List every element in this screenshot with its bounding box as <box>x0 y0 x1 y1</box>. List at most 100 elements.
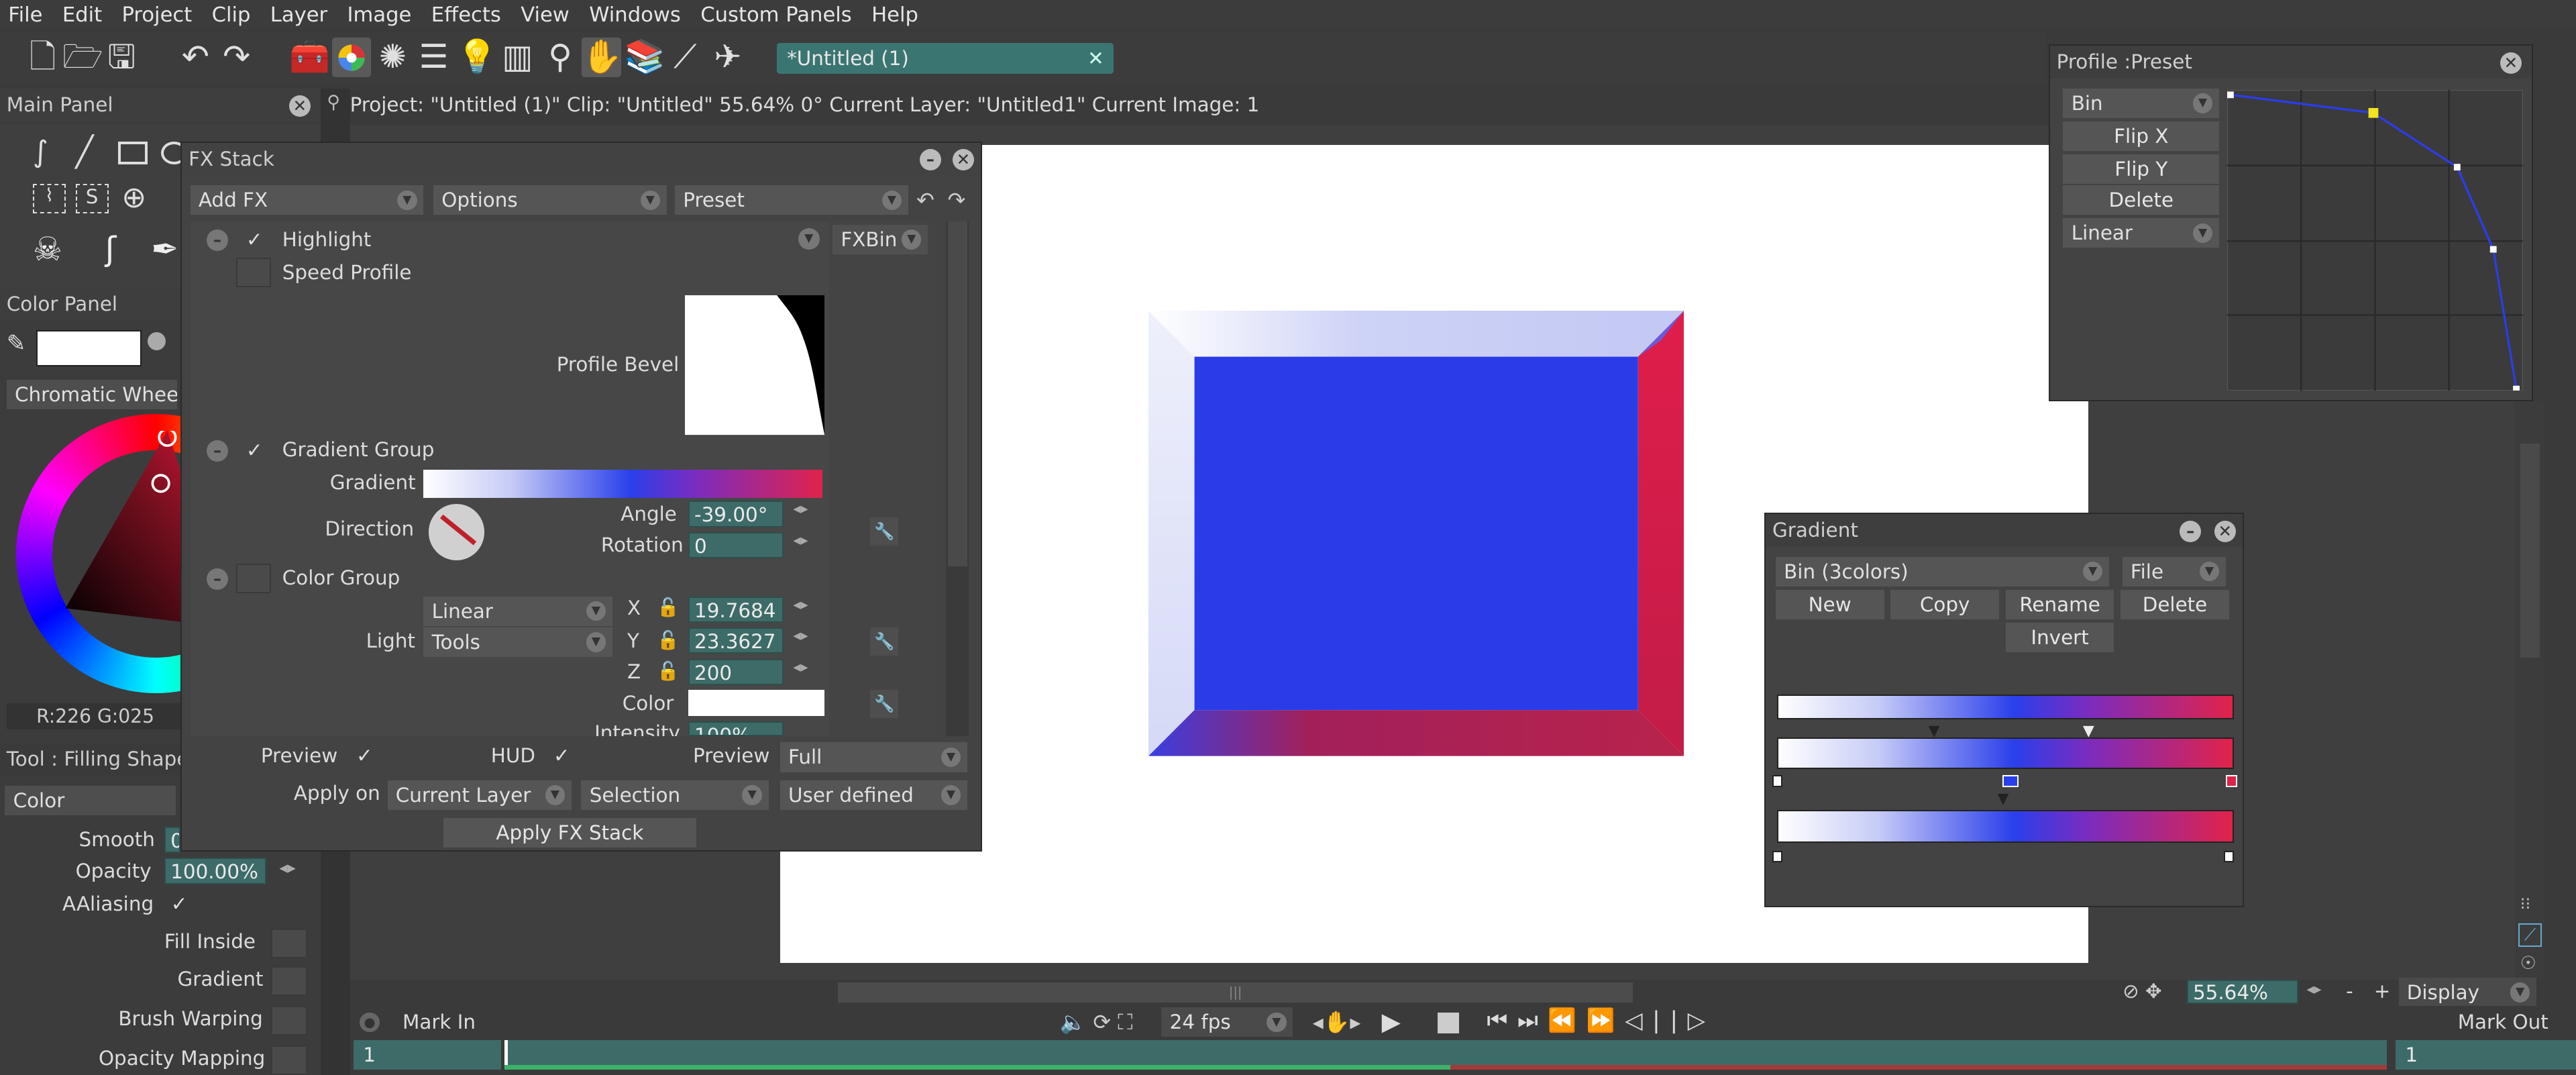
hud-checkbox[interactable]: ✓ <box>553 745 575 767</box>
gradient-delete-button[interactable]: Delete <box>2121 589 2229 619</box>
gradient-group-checkbox[interactable]: ✓ <box>246 440 268 462</box>
swap-color-icon[interactable] <box>148 331 166 350</box>
zoom-out-button[interactable]: - <box>2346 980 2353 1003</box>
collapse-icon[interactable]: – <box>207 440 228 462</box>
menu-clip[interactable]: Clip <box>202 3 260 27</box>
pen-icon[interactable]: ✒ <box>151 230 178 268</box>
lasso-select-icon[interactable]: ⌇ <box>32 184 66 214</box>
spin-arrows-icon[interactable]: ◂▸ <box>793 501 808 517</box>
pin-icon[interactable]: ⚲ <box>327 92 343 113</box>
close-icon[interactable]: ✕ <box>2214 520 2236 542</box>
close-icon[interactable]: ✕ <box>2500 52 2522 74</box>
save-icon[interactable]: 🖫 <box>102 38 142 77</box>
rotation-field[interactable]: 0 <box>688 532 784 559</box>
chevron-down-icon[interactable]: ▼ <box>798 227 820 250</box>
fxbin-dropdown[interactable]: FXBin ▼ <box>833 225 928 255</box>
rectangle-tool-icon[interactable] <box>118 141 148 164</box>
zoom-field[interactable]: 55.64% <box>2186 979 2299 1005</box>
aaliasing-checkbox[interactable]: ✓ <box>171 893 193 915</box>
spin-arrows-icon[interactable]: ◂▸ <box>793 532 808 549</box>
undo-icon[interactable]: ↶ <box>916 187 934 213</box>
menu-file[interactable]: File <box>0 3 52 27</box>
fps-dropdown[interactable]: 24 fps ▼ <box>1161 1007 1293 1037</box>
close-icon[interactable]: ✕ <box>952 149 974 171</box>
spin-arrows-icon[interactable]: ◂▸ <box>2306 981 2321 998</box>
intensity-field[interactable]: 100% <box>688 721 784 736</box>
fx-list-scrollbar[interactable] <box>946 221 969 736</box>
gradient-bar-2[interactable] <box>1777 737 2235 769</box>
color-wheel-icon[interactable] <box>331 38 372 78</box>
flip-y-button[interactable]: Flip Y <box>2063 154 2220 184</box>
magnifier-icon[interactable]: ⚲ <box>541 38 580 77</box>
profile-curve-editor[interactable] <box>2227 90 2524 391</box>
line-tool-icon[interactable]: ╱ <box>76 135 94 169</box>
end-frame-field[interactable]: 1 <box>2395 1040 2576 1070</box>
close-icon[interactable]: ✕ <box>1087 43 1104 74</box>
gradient-preview-bar[interactable] <box>423 469 823 498</box>
magic-select-icon[interactable]: S <box>75 184 109 214</box>
menu-layer[interactable]: Layer <box>260 3 337 27</box>
start-frame-field[interactable]: 1 <box>353 1040 501 1070</box>
open-folder-icon[interactable]: 🗁 <box>62 38 103 77</box>
eyedropper-icon[interactable]: ✎ <box>7 330 33 366</box>
hand-icon[interactable]: ✋ <box>581 38 623 78</box>
spin-arrows-icon[interactable]: ◂▸ <box>793 597 808 613</box>
gradient-stop-marker[interactable]: ▼ <box>1998 790 2009 807</box>
gradient-checkbox[interactable] <box>271 966 307 996</box>
next-frame-icon[interactable]: |▷ <box>1670 1007 1715 1034</box>
x-field[interactable]: 19.7684 <box>688 596 784 623</box>
prev-frame-icon[interactable]: ◁| <box>1625 1007 1670 1034</box>
redo-icon[interactable]: ↷ <box>217 38 256 77</box>
apply-fx-stack-button[interactable]: Apply FX Stack <box>443 818 696 848</box>
scrollbar-thumb[interactable]: ||| <box>837 982 1633 1003</box>
fullscreen-icon[interactable]: ⛶ <box>1118 1009 1132 1035</box>
profile-mode-dropdown[interactable]: Linear ▼ <box>2063 218 2220 248</box>
redo-icon[interactable]: ↷ <box>948 187 966 213</box>
timeline-strip-icon[interactable]: ▥ <box>498 38 537 77</box>
menu-custom-panels[interactable]: Custom Panels <box>691 3 862 27</box>
gradient-bin-dropdown[interactable]: Bin (3colors) ▼ <box>1775 556 2110 586</box>
preset-dropdown[interactable]: Preset ▼ <box>675 185 908 215</box>
guide-icon[interactable]: ⟋ <box>2518 923 2542 947</box>
loop-icon[interactable]: ⟳ <box>1093 1009 1111 1035</box>
selection-dropdown[interactable]: Selection ▼ <box>581 780 769 810</box>
z-field[interactable]: 200 <box>688 658 784 685</box>
first-frame-icon[interactable]: ⏮ <box>1487 1007 1517 1034</box>
layers-icon[interactable]: ☰ <box>414 38 453 77</box>
tool-mode-dropdown[interactable]: Color <box>5 785 176 815</box>
collapse-icon[interactable]: – <box>207 568 228 590</box>
record-icon[interactable]: ● <box>360 1012 380 1032</box>
profile-bevel-preview[interactable] <box>684 295 824 436</box>
right-scrollbar[interactable]: ⁝⁝ ⟋ ☉ <box>2515 401 2545 980</box>
stop-icon[interactable] <box>1437 1012 1459 1034</box>
undo-icon[interactable]: ↶ <box>176 38 215 77</box>
library-icon[interactable]: 📚 <box>625 38 665 77</box>
highlight-checkbox[interactable]: ✓ <box>246 229 268 251</box>
menu-edit[interactable]: Edit <box>52 3 112 27</box>
toolbox-icon[interactable]: 🧰 <box>289 38 330 77</box>
spin-arrows-icon[interactable]: ◂▸ <box>793 627 808 644</box>
gradient-new-button[interactable]: New <box>1775 589 1884 619</box>
skull-icon[interactable]: ☠ <box>33 230 62 268</box>
add-fx-dropdown[interactable]: Add FX ▼ <box>190 185 424 215</box>
light-tools-dropdown[interactable]: Tools ▼ <box>423 627 612 658</box>
menu-project[interactable]: Project <box>112 3 202 27</box>
prev-key-icon[interactable]: ⏪ <box>1548 1007 1586 1034</box>
wrench-icon[interactable]: 🔧 <box>870 690 899 718</box>
preview-mode-dropdown[interactable]: Full ▼ <box>780 742 967 772</box>
preview-checkbox[interactable]: ✓ <box>356 745 378 767</box>
y-field[interactable]: 23.3627 <box>688 627 784 654</box>
ruler-icon[interactable]: ⁝⁝ <box>2520 894 2531 913</box>
gradient-opacity-stop[interactable] <box>1772 851 1782 863</box>
scrollbar-thumb[interactable] <box>947 221 967 567</box>
lock-icon[interactable]: 🔓 <box>657 629 680 651</box>
gradient-color-stop[interactable] <box>1772 775 1782 787</box>
menu-windows[interactable]: Windows <box>580 3 691 27</box>
gradient-color-stop[interactable] <box>2225 775 2238 787</box>
timeline-track[interactable] <box>504 1040 2387 1070</box>
opacity-mapping-checkbox[interactable] <box>271 1045 307 1075</box>
menu-effects[interactable]: Effects <box>421 3 511 27</box>
collapse-icon[interactable]: – <box>207 229 228 252</box>
fill-inside-checkbox[interactable] <box>271 928 307 958</box>
smooth-field[interactable]: 0 <box>164 826 181 854</box>
